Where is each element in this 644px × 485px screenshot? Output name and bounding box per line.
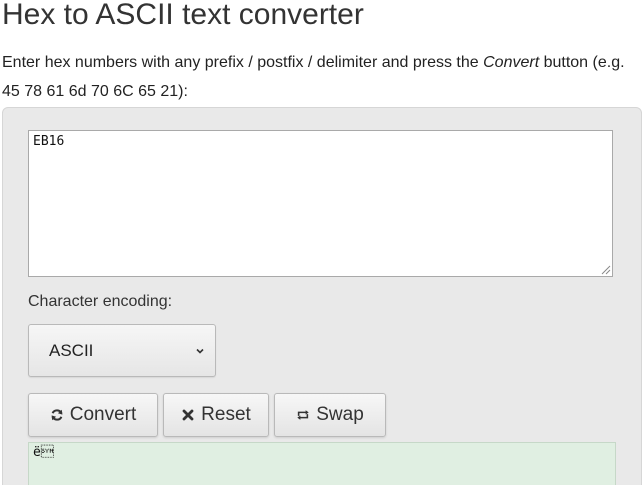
refresh-icon xyxy=(50,408,64,422)
output-text[interactable]: ë xyxy=(28,442,616,485)
intro-convert-emphasis: Convert xyxy=(483,54,540,71)
reset-button-label: Reset xyxy=(201,404,251,425)
page-title: Hex to ASCII text converter xyxy=(2,0,364,31)
resize-grip-icon[interactable] xyxy=(601,265,611,275)
encoding-label: Character encoding: xyxy=(28,293,173,310)
close-icon xyxy=(181,408,195,422)
swap-icon xyxy=(296,408,310,422)
converter-panel: EB16 Character encoding: ASCII Convert R… xyxy=(2,107,642,485)
reset-button[interactable]: Reset xyxy=(163,393,269,437)
intro-text: Enter hex numbers with any prefix / post… xyxy=(2,48,642,106)
encoding-select[interactable]: ASCII xyxy=(28,324,216,377)
convert-button[interactable]: Convert xyxy=(28,393,158,437)
page: Hex to ASCII text converter Enter hex nu… xyxy=(0,0,644,485)
hex-input[interactable]: EB16 xyxy=(28,130,613,277)
convert-button-label: Convert xyxy=(69,404,137,425)
chevron-down-icon xyxy=(196,348,204,354)
swap-button-label: Swap xyxy=(316,404,364,425)
encoding-selected-value: ASCII xyxy=(49,341,94,360)
swap-button[interactable]: Swap xyxy=(274,393,386,437)
intro-text-start: Enter hex numbers with any prefix / post… xyxy=(2,54,484,71)
